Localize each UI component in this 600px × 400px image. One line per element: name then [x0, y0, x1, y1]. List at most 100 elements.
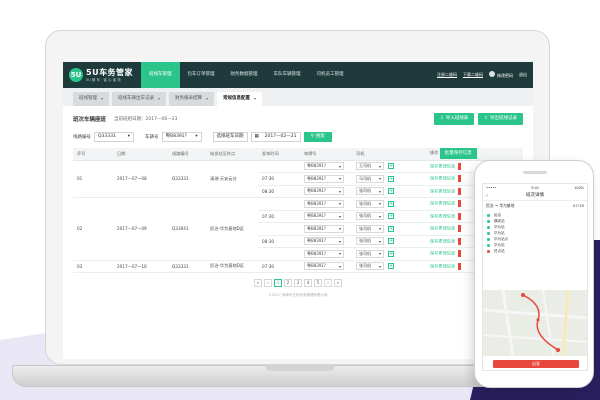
- driver-dropdown[interactable]: 张司机 ▾: [356, 262, 384, 271]
- driver-dropdown[interactable]: 张司机 ▾: [356, 212, 384, 221]
- date-input[interactable]: ▦ 2017—02—21: [250, 132, 301, 142]
- col-op-label: 操作: [430, 150, 439, 156]
- delete-marker[interactable]: [458, 225, 462, 233]
- driver-dropdown[interactable]: 张司机 ▾: [356, 187, 384, 196]
- add-icon[interactable]: +: [388, 225, 394, 232]
- plate-dropdown[interactable]: 粤B8391? ▾: [304, 162, 344, 171]
- plate-dropdown[interactable]: 粤B8391? ▾: [304, 224, 344, 233]
- cell-route: Q33331: [168, 260, 206, 273]
- back-icon[interactable]: ‹: [486, 191, 488, 201]
- search-icon: ⚲: [310, 134, 314, 139]
- pagination: «‹ 1 2 3 4 5 ›»: [73, 279, 523, 287]
- page-button[interactable]: ‹: [264, 279, 272, 287]
- plate-dropdown[interactable]: 粤B8391? ▾: [304, 249, 344, 258]
- tab-dispatch-records[interactable]: 班线车辆出车记录 ▾: [112, 92, 167, 106]
- carrier-signal: •••••: [486, 185, 497, 190]
- tab-route-management[interactable]: 班线管理 ▾: [73, 92, 110, 106]
- header-right: 注册二维码 下载二维码 修改密码 退出: [437, 71, 527, 79]
- plate-dropdown[interactable]: 粤B8391? ▾: [304, 262, 344, 271]
- cell-time: 07:30: [258, 210, 300, 223]
- page-button[interactable]: «: [254, 279, 262, 287]
- save-changes-link[interactable]: 保存更改信息: [430, 213, 455, 218]
- page-button[interactable]: »: [334, 279, 342, 287]
- cell-time: [258, 222, 300, 236]
- save-changes-link[interactable]: 保存更改信息: [430, 201, 455, 206]
- delete-marker[interactable]: [458, 187, 462, 195]
- nav-item-fleet[interactable]: 车队车辆管理: [266, 62, 309, 88]
- add-icon[interactable]: +: [388, 163, 394, 170]
- add-icon[interactable]: +: [388, 188, 394, 195]
- cell-plate: 粤B8391? ▾: [300, 172, 352, 186]
- depart-button[interactable]: 出发: [493, 360, 579, 368]
- plate-dropdown[interactable]: 粤B8391? ▾: [304, 212, 344, 221]
- nav-item-route-bus[interactable]: 班线车管理: [141, 62, 180, 88]
- logo[interactable]: 5U 5U车务管家 5U 管 车 · 省 心 省 钱: [69, 67, 141, 83]
- driver-dropdown[interactable]: 张司机 ▾: [356, 249, 384, 258]
- tab-label: 常规信息配置: [223, 96, 251, 101]
- plate-dropdown[interactable]: 粤B8391? ▾: [304, 237, 344, 246]
- chevron-down-icon: ▾: [378, 263, 381, 269]
- save-changes-link[interactable]: 保存更改信息: [430, 163, 455, 168]
- page-button[interactable]: 1: [274, 279, 282, 287]
- nav-item-charter-orders[interactable]: 包车订单管理: [180, 62, 223, 88]
- save-changes-link[interactable]: 保存更改信息: [430, 251, 455, 256]
- logout-link[interactable]: 退出: [519, 72, 527, 78]
- add-icon[interactable]: +: [388, 250, 394, 257]
- nav-item-drivers[interactable]: 司机员工管理: [309, 62, 352, 88]
- tab-config[interactable]: 常规信息配置 ▾: [217, 92, 263, 106]
- delete-marker[interactable]: [458, 175, 462, 183]
- delete-marker[interactable]: [458, 262, 462, 270]
- search-label: 搜索: [315, 134, 325, 139]
- delete-marker[interactable]: [458, 200, 462, 208]
- plate-value: 粤B8391?: [307, 175, 327, 181]
- export-button[interactable]: ⇧ 导出班线记录: [478, 113, 523, 125]
- stop-list: 民治 横岗站 华为站 华为站 华为站点 华为站 终点站: [483, 211, 587, 255]
- driver-dropdown[interactable]: 王司机 ▾: [356, 162, 384, 171]
- driver-dropdown[interactable]: 张司机 ▾: [356, 199, 384, 208]
- page-button[interactable]: 3: [294, 279, 302, 287]
- add-icon[interactable]: +: [388, 200, 394, 207]
- add-icon[interactable]: +: [388, 175, 394, 182]
- driver-dropdown[interactable]: 张司机 ▾: [356, 224, 384, 233]
- plate-dropdown[interactable]: 粤B8391? ▾: [304, 199, 344, 208]
- add-icon[interactable]: +: [388, 213, 394, 220]
- chevron-down-icon: ▾: [338, 176, 341, 182]
- phone-title-text: 班次详情: [526, 193, 544, 198]
- driver-dropdown[interactable]: 马司机 ▾: [356, 174, 384, 183]
- route-select[interactable]: Q33331 ▾: [94, 132, 134, 142]
- route-map[interactable]: [483, 290, 588, 356]
- page-button[interactable]: ›: [324, 279, 332, 287]
- add-icon[interactable]: +: [388, 263, 394, 270]
- tab-finance-report[interactable]: 财务报表结算 ▾: [169, 92, 215, 106]
- batch-save-button[interactable]: 批量保存信息: [439, 148, 477, 160]
- add-icon[interactable]: +: [388, 238, 394, 245]
- delete-marker[interactable]: [458, 212, 462, 220]
- cell-driver: 张司机 ▾ +: [352, 197, 426, 211]
- page-button[interactable]: 2: [284, 279, 292, 287]
- delete-marker[interactable]: [458, 237, 462, 245]
- delete-marker[interactable]: [458, 162, 462, 170]
- change-password-link[interactable]: 修改密码: [489, 71, 513, 79]
- save-changes-link[interactable]: 保存更改信息: [430, 263, 455, 268]
- save-changes-link[interactable]: 保存更改信息: [430, 176, 455, 181]
- driver-dropdown[interactable]: 张司机 ▾: [356, 237, 384, 246]
- table-row: 03 2017—07—10 Q33331 民治-华为基地D区 07:30 粤B8391? ▾…: [73, 260, 523, 273]
- plate-select[interactable]: 粤B8391? ▾: [161, 132, 202, 142]
- search-button[interactable]: ⚲ 搜索: [303, 132, 332, 142]
- page-button[interactable]: 4: [304, 279, 312, 287]
- save-changes-link[interactable]: 保存更改信息: [430, 188, 455, 193]
- nav-item-finance[interactable]: 财务数据管理: [223, 62, 266, 88]
- plate-dropdown[interactable]: 粤B8391? ▾: [304, 187, 344, 196]
- import-button[interactable]: ⇩ 导入班线表: [433, 113, 475, 125]
- save-changes-link[interactable]: 保存更改信息: [430, 226, 455, 231]
- cell-plate: 粤B8391? ▾: [300, 260, 352, 273]
- download-qrcode-link[interactable]: 下载二维码: [463, 72, 483, 78]
- delete-marker[interactable]: [458, 250, 462, 258]
- import-label: 导入班线表: [445, 116, 469, 121]
- page-button[interactable]: 5: [314, 279, 322, 287]
- cell-driver: 王司机 ▾ +: [352, 160, 426, 173]
- register-qrcode-link[interactable]: 注册二维码: [437, 72, 457, 78]
- plate-dropdown[interactable]: 粤B8391? ▾: [304, 174, 344, 183]
- chevron-down-icon: ▾: [338, 226, 341, 232]
- save-changes-link[interactable]: 保存更改信息: [430, 238, 455, 243]
